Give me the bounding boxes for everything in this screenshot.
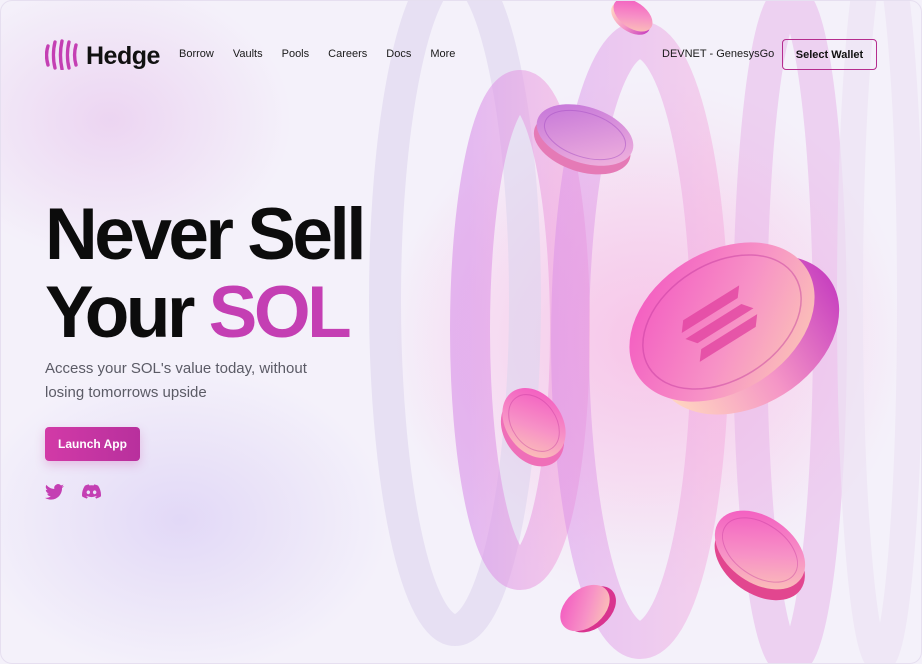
select-wallet-button[interactable]: Select Wallet — [782, 39, 877, 70]
hedge-bars-icon — [44, 38, 78, 75]
brand-name: Hedge — [86, 42, 160, 70]
hero-title-line1: Never Sell — [45, 194, 367, 275]
nav-more[interactable]: More — [430, 48, 455, 60]
hero-subtitle: Access your SOL's value today, without l… — [45, 360, 307, 401]
social-links — [45, 484, 102, 505]
nav-borrow[interactable]: Borrow — [179, 48, 214, 60]
twitter-icon[interactable] — [45, 484, 64, 505]
brand-logo[interactable]: Hedge — [44, 38, 160, 75]
nav-careers[interactable]: Careers — [328, 48, 367, 60]
network-indicator[interactable]: DEVNET - GenesysGo — [662, 48, 774, 60]
hero-title-line2-prefix: Your — [45, 272, 209, 353]
nav-vaults[interactable]: Vaults — [233, 48, 263, 60]
main-nav: Borrow Vaults Pools Careers Docs More — [179, 48, 455, 60]
hero-title-accent: SOL — [208, 272, 352, 353]
launch-app-button[interactable]: Launch App — [45, 427, 140, 461]
nav-pools[interactable]: Pools — [282, 48, 310, 60]
hero-title: Never Sell Your SOL — [45, 194, 367, 353]
site-header: Hedge Borrow Vaults Pools Careers Docs M… — [0, 0, 922, 110]
nav-docs[interactable]: Docs — [386, 48, 411, 60]
discord-icon[interactable] — [82, 484, 102, 505]
